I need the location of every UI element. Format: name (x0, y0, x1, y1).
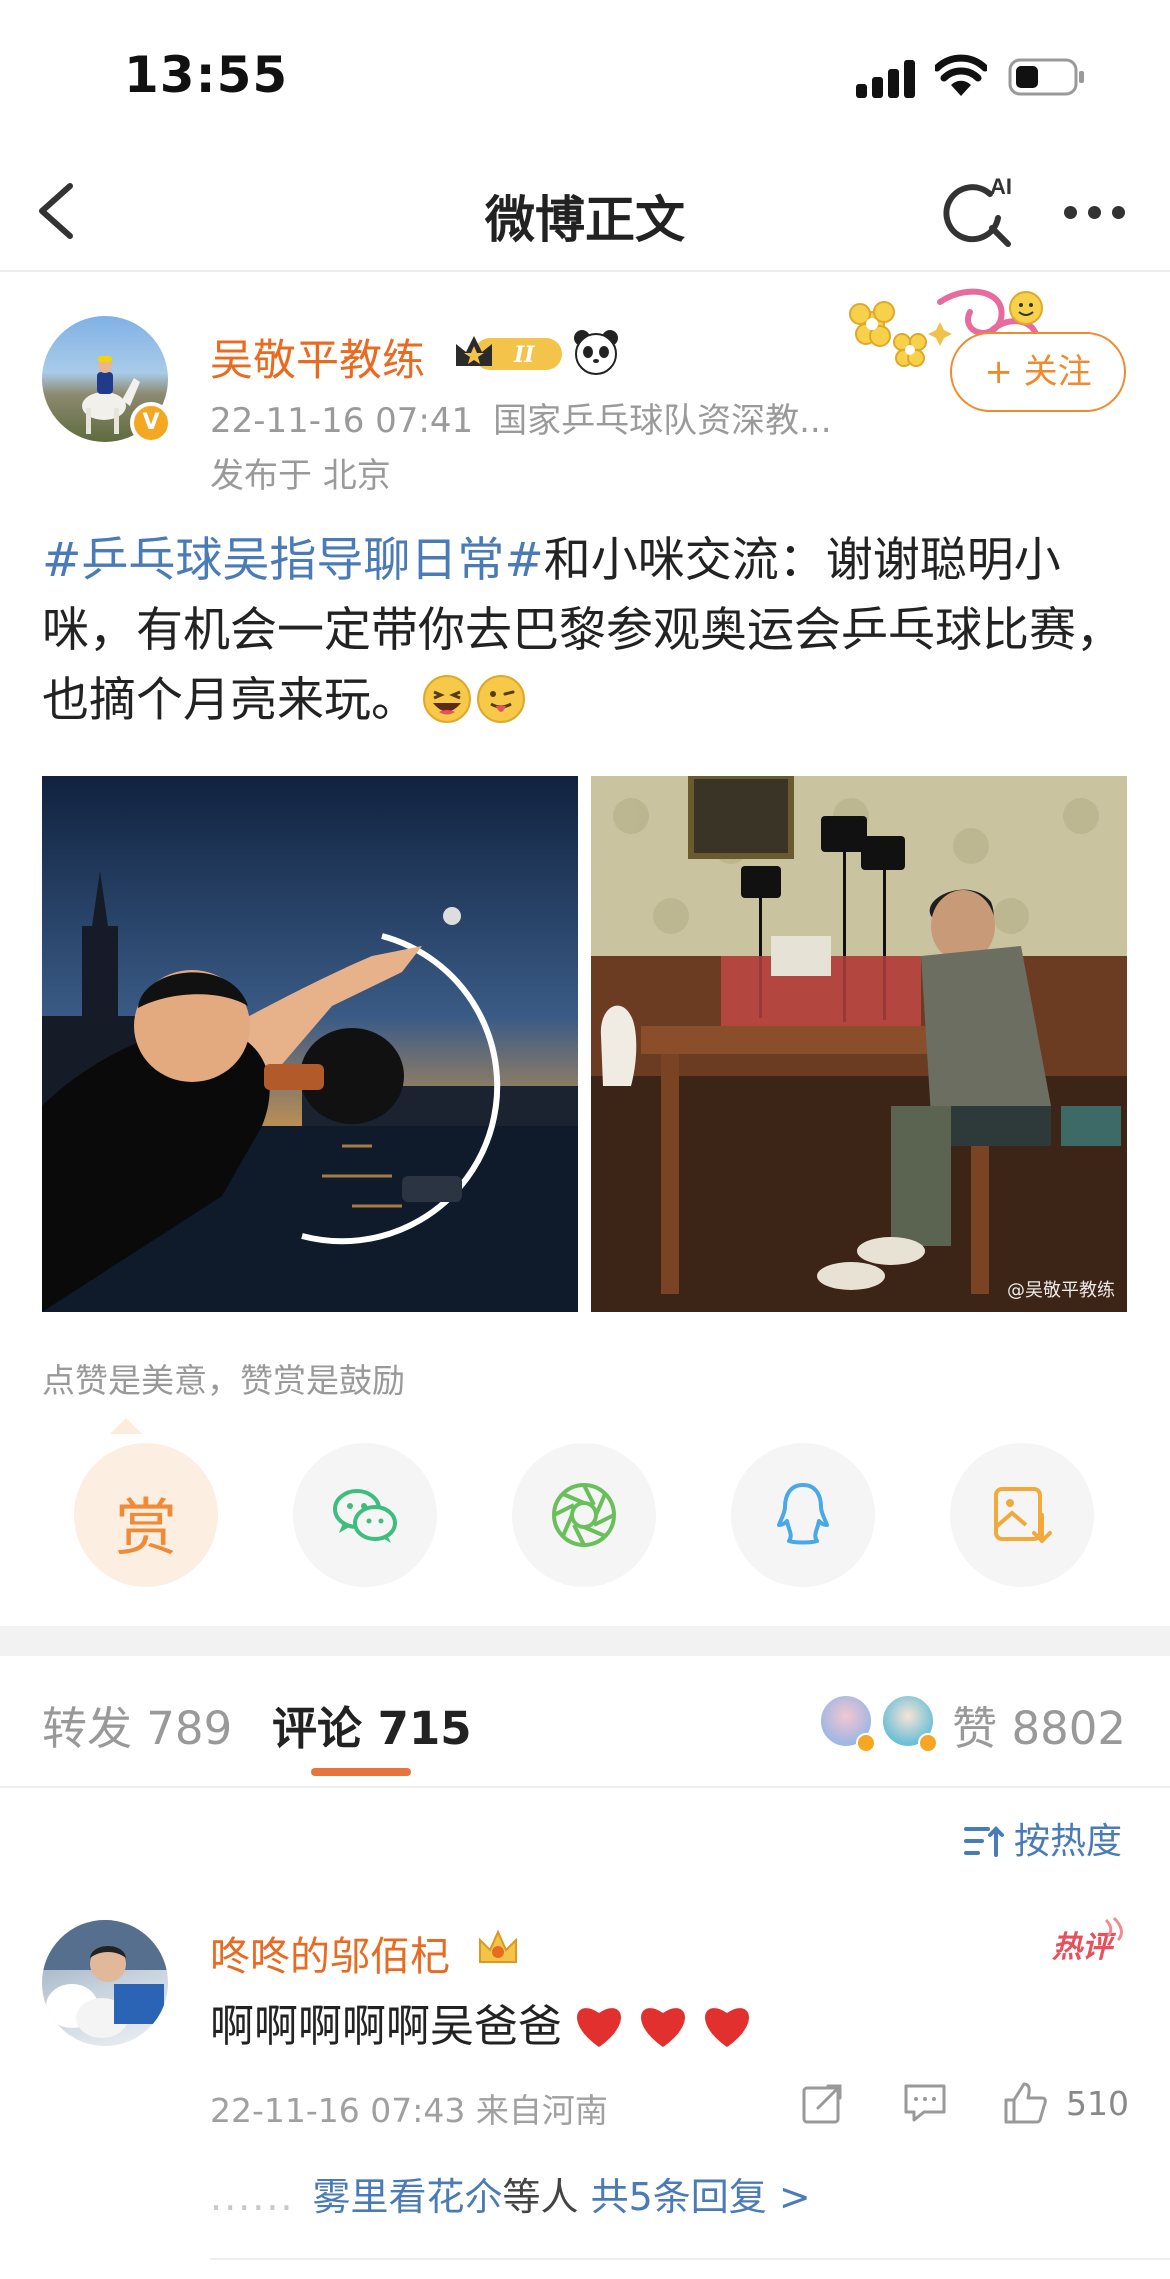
save-image-icon (994, 1487, 1052, 1543)
commenter-name[interactable]: 咚咚的邬佰杞 (210, 1924, 450, 1982)
qq-icon (777, 1483, 829, 1545)
post-image-paris-poster[interactable] (42, 776, 578, 1312)
ai-label: AI (990, 174, 1012, 199)
cellular-signal-icon (856, 58, 916, 98)
sort-toggle[interactable]: 按热度 (964, 1812, 1122, 1864)
reply-user-link[interactable]: 雾里看花尒 (312, 2175, 502, 2219)
commenter-avatar-image (42, 1920, 168, 2038)
comment-location: 来自河南 (475, 2091, 608, 2130)
sort-label: 按热度 (1014, 1821, 1123, 1862)
laughing-emoji-icon (423, 675, 471, 723)
reply-mid-text: 等人 (502, 2175, 591, 2219)
vip-crown-badge: II (456, 336, 562, 370)
share-qq-button[interactable] (731, 1443, 875, 1587)
more-options-icon[interactable] (1060, 198, 1130, 228)
crown-icon (479, 1929, 517, 1963)
wechat-icon (333, 1489, 397, 1543)
comment-divider (210, 2258, 1170, 2260)
battery-icon (1008, 58, 1084, 96)
sort-icon (964, 1826, 1004, 1857)
moments-icon (552, 1483, 616, 1547)
tongue-emoji-icon (477, 675, 525, 723)
tabs-divider (0, 1786, 1170, 1788)
vip-level: II (513, 342, 535, 368)
reply-summary[interactable]: ...... 雾里看花尒等人 共5条回复 > (210, 2166, 811, 2221)
tab-repost[interactable]: 转发 789 (42, 1692, 232, 1757)
tab-comment[interactable]: 评论 715 (272, 1692, 472, 1757)
status-time: 13:55 (124, 46, 289, 104)
comment-text: 啊啊啊啊啊吴爸爸 (210, 1990, 754, 2054)
post-source[interactable]: 国家乒乓球队资深教... (493, 401, 831, 441)
heart-emoji-icon (577, 2008, 621, 2047)
verified-badge (856, 1733, 876, 1753)
wifi-icon (935, 54, 987, 96)
reward-hint: 点赞是美意，赞赏是鼓励 (42, 1361, 405, 1400)
nav-bar: 微博正文 AI (0, 150, 1170, 272)
post-text: #乒乓球吴指导聊日常#和小咪交流：谢谢聪明小咪，有机会一定带你去巴黎参观奥运会乒… (42, 526, 1132, 736)
reward-button[interactable]: 赏 (74, 1443, 218, 1587)
active-tab-indicator (311, 1768, 411, 1776)
post-location: 发布于 北京 (210, 456, 391, 496)
view-replies-link[interactable]: 共5条回复 > (591, 2175, 811, 2219)
image-watermark: @吴敬平教练 (1007, 1280, 1115, 1301)
author-name[interactable]: 吴敬平教练 (210, 326, 425, 388)
reply-dots: ...... (210, 2175, 295, 2219)
verified-badge: V (130, 402, 172, 444)
reply-comment-icon[interactable] (902, 2080, 948, 2126)
share-moments-button[interactable] (512, 1443, 656, 1587)
reward-label: 赏 (114, 1491, 177, 1564)
hot-comment-badge: 热评 (1052, 1916, 1128, 1965)
heart-emoji-icon (705, 2008, 749, 2047)
comment-timestamp: 22-11-16 07:43 (210, 2091, 466, 2130)
share-wechat-button[interactable] (293, 1443, 437, 1587)
like-comment-icon[interactable] (1002, 2080, 1048, 2126)
comment-meta: 22-11-16 07:43 来自河南 (210, 2084, 608, 2132)
panda-icon (574, 330, 618, 375)
follow-button[interactable]: + 关注 (950, 332, 1126, 412)
cat-photo-image (591, 776, 1127, 1312)
post-image-cat-photo[interactable]: @吴敬平教练 (591, 776, 1127, 1312)
comment-like-count: 510 (1066, 2084, 1129, 2123)
heart-emoji-icon (641, 2008, 685, 2047)
post-timestamp: 22-11-16 07:41 (210, 401, 474, 441)
post-hashtag[interactable]: #乒乓球吴指导聊日常# (42, 533, 544, 588)
tab-like[interactable]: 赞 8802 (952, 1692, 1126, 1757)
hint-pointer (110, 1418, 142, 1434)
ai-search-icon[interactable]: AI (940, 172, 1020, 252)
section-divider (0, 1626, 1170, 1656)
commenter-avatar[interactable] (42, 1920, 168, 2046)
comment-body: 啊啊啊啊啊吴爸爸 (210, 2001, 562, 2052)
save-image-button[interactable] (950, 1443, 1094, 1587)
post-meta: 22-11-16 07:41 国家乒乓球队资深教... (210, 393, 832, 442)
status-bar: 13:55 (0, 0, 1170, 150)
verified-badge (918, 1733, 938, 1753)
repost-comment-icon[interactable] (800, 2080, 846, 2126)
paris-poster-image (42, 776, 578, 1312)
hot-flame-icon (1104, 1916, 1123, 1942)
